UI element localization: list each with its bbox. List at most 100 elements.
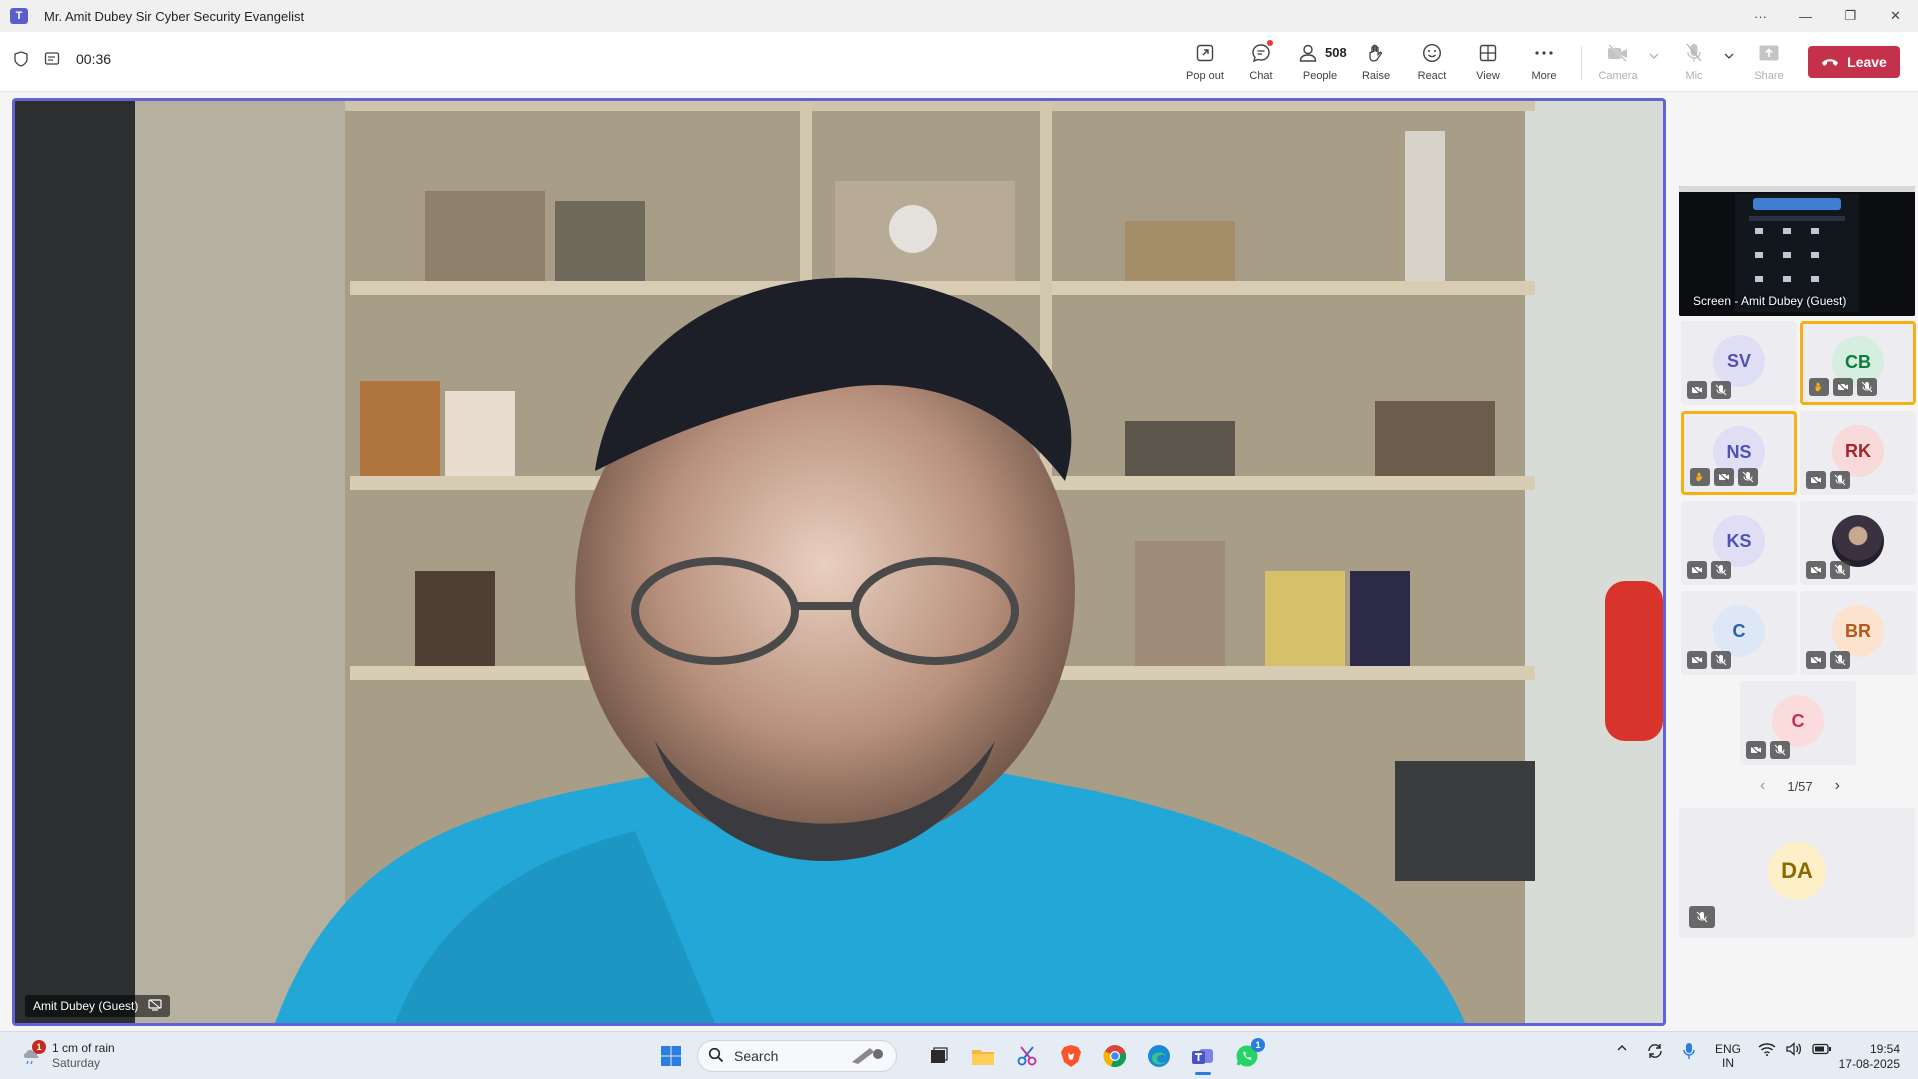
mic-label: Mic [1685,70,1703,82]
people-label: People [1302,70,1338,82]
participant-status-icons [1806,651,1850,669]
teams-active-indicator [1195,1072,1211,1075]
taskbar-search[interactable]: Search [697,1040,897,1072]
windows-start-icon[interactable] [657,1042,685,1070]
react-button[interactable]: React [1404,40,1460,88]
task-view-icon[interactable] [925,1042,953,1070]
hand-raised-icon [1690,468,1710,486]
teams-logo-icon: T [10,8,28,24]
leave-label: Leave [1847,54,1887,70]
minimize-button[interactable]: — [1783,0,1828,32]
language-code: ENG [1715,1042,1742,1056]
screen-share-label: Screen - Amit Dubey (Guest) [1693,294,1847,308]
mic-off-icon [1711,561,1731,579]
people-button[interactable]: 508 People [1289,40,1351,88]
region-code: IN [1722,1056,1734,1070]
react-label: React [1417,70,1447,82]
grid-view-icon [1475,40,1501,66]
screen-share-tile[interactable]: Screen - Amit Dubey (Guest) [1679,186,1915,316]
whatsapp-badge: 1 [1251,1038,1265,1052]
chat-icon [1248,40,1274,66]
participant-tile[interactable]: C [1681,591,1797,675]
participant-tile[interactable]: RK [1800,411,1916,495]
camera-off-icon [1687,651,1707,669]
participant-photo-avatar [1832,515,1884,567]
participant-tile[interactable]: C [1740,681,1856,765]
mic-off-icon [1738,468,1758,486]
view-button[interactable]: View [1460,40,1516,88]
more-dots-icon [1531,40,1557,66]
sync-icon[interactable] [1646,1042,1664,1060]
mic-off-icon [1830,561,1850,579]
participant-status-icons [1806,471,1850,489]
leave-button[interactable]: Leave [1808,46,1900,78]
share-screen-icon [1756,40,1782,66]
teams-app-icon[interactable] [1189,1042,1217,1075]
participant-tile[interactable]: KS [1681,501,1797,585]
share-button[interactable]: Share [1741,40,1797,88]
speaker-video-frame [15,101,1663,1023]
smiley-icon [1419,40,1445,66]
restore-button[interactable]: ❐ [1828,0,1873,32]
phone-hangup-icon [1821,54,1839,70]
pager-next-button[interactable]: › [1835,777,1840,795]
raise-label: Raise [1361,70,1391,82]
more-label: More [1531,70,1557,82]
raise-hand-button[interactable]: Raise [1348,40,1404,88]
mic-off-icon [1681,40,1707,66]
self-avatar: DA [1768,842,1826,900]
file-explorer-icon[interactable] [969,1042,997,1070]
meeting-toolbar: 00:36 Pop out Chat 508 People Raise Reac… [0,32,1918,92]
camera-button[interactable]: Camera [1590,40,1646,88]
camera-options-chevron-icon[interactable] [1648,50,1662,64]
participant-status-icons [1746,741,1790,759]
main-speaker-video[interactable]: Amit Dubey (Guest) [12,98,1666,1026]
mic-off-icon [1711,381,1731,399]
language-indicator[interactable]: ENG IN [1715,1042,1741,1070]
whatsapp-icon[interactable]: 1 [1233,1038,1265,1070]
windows-taskbar: 1 1 cm of rain Saturday Search 1 ENG IN … [0,1031,1918,1079]
people-count: 508 [1325,45,1347,60]
participant-tile[interactable]: BR [1800,591,1916,675]
clock-time: 19:54 [1869,1042,1900,1056]
participant-tile[interactable] [1800,501,1916,585]
camera-off-icon [1605,40,1631,66]
title-bar: T Mr. Amit Dubey Sir Cyber Security Evan… [0,0,1918,32]
camera-off-icon [1833,378,1853,396]
camera-off-icon [1687,381,1707,399]
participant-status-icons [1687,561,1731,579]
edge-browser-icon[interactable] [1145,1042,1173,1070]
close-button[interactable]: ✕ [1873,0,1918,32]
mic-options-chevron-icon[interactable] [1723,50,1737,64]
system-status-icons[interactable] [1758,1042,1832,1059]
participant-avatar: RK [1832,425,1884,477]
camera-off-icon [1806,471,1826,489]
notes-icon[interactable] [44,50,62,68]
window-more-button[interactable]: ··· [1738,0,1783,32]
camera-off-icon [1806,651,1826,669]
hand-raised-icon [1809,378,1829,396]
weather-widget[interactable]: 1 1 cm of rain Saturday [20,1040,115,1071]
shield-icon[interactable] [12,50,30,68]
participant-tile[interactable]: NS [1681,411,1797,495]
pager-text: 1/57 [1787,778,1813,794]
chrome-icon[interactable] [1101,1042,1129,1070]
more-button[interactable]: More [1516,40,1572,88]
system-clock[interactable]: 19:54 17-08-2025 [1839,1042,1900,1072]
self-video-tile[interactable]: DA [1679,808,1915,938]
share-label: Share [1754,70,1784,82]
snipping-tool-icon[interactable] [1013,1042,1041,1070]
mic-button[interactable]: Mic [1666,40,1722,88]
tray-overflow-chevron-icon[interactable] [1616,1042,1628,1054]
participant-status-icons [1690,468,1758,486]
hand-icon [1363,40,1389,66]
chat-button[interactable]: Chat [1233,40,1289,88]
participant-tile[interactable]: SV [1681,321,1797,405]
pop-out-button[interactable]: Pop out [1177,40,1233,88]
pager-prev-button[interactable]: ‹ [1760,777,1765,795]
mic-off-icon [1711,651,1731,669]
microphone-tray-icon[interactable] [1682,1042,1696,1060]
clock-date: 17-08-2025 [1838,1057,1900,1071]
brave-browser-icon[interactable] [1057,1042,1085,1070]
participant-tile[interactable]: CB [1800,321,1916,405]
